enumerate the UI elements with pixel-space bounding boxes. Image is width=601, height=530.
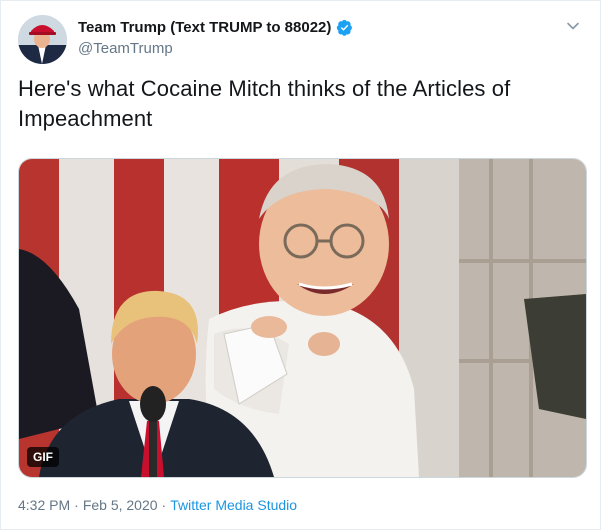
tweet-time[interactable]: 4:32 PM <box>18 497 70 513</box>
gif-image <box>19 159 586 477</box>
user-handle[interactable]: @TeamTrump <box>78 40 173 57</box>
meta-separator: · <box>161 497 167 513</box>
gif-media[interactable]: GIF <box>18 158 587 478</box>
gif-badge: GIF <box>27 447 59 467</box>
avatar[interactable] <box>18 15 67 64</box>
tweet-card: Team Trump (Text TRUMP to 88022) @TeamTr… <box>0 0 601 530</box>
tweet-meta: 4:32 PM · Feb 5, 2020 · Twitter Media St… <box>18 497 297 513</box>
chevron-down-icon[interactable] <box>565 18 581 34</box>
tweet-date[interactable]: Feb 5, 2020 <box>83 497 158 513</box>
user-name-row: Team Trump (Text TRUMP to 88022) <box>78 19 353 36</box>
avatar-image <box>18 15 67 64</box>
tweet-source-link[interactable]: Twitter Media Studio <box>170 497 297 513</box>
verified-badge-icon <box>336 19 353 36</box>
meta-separator: · <box>74 497 79 513</box>
tweet-text: Here's what Cocaine Mitch thinks of the … <box>18 76 511 131</box>
display-name[interactable]: Team Trump (Text TRUMP to 88022) <box>78 19 331 36</box>
